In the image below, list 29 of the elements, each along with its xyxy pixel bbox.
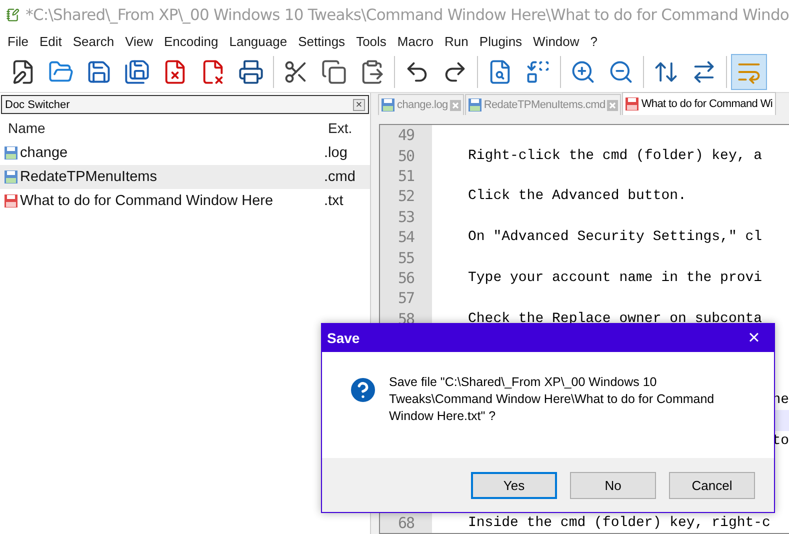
- text-line: Click the Advanced button.: [467, 188, 688, 204]
- file-name: RedateTPMenuItems: [20, 169, 158, 185]
- dialog-title: Save: [327, 330, 360, 346]
- line-number: 57: [398, 289, 414, 308]
- file-extension: .cmd: [324, 169, 356, 185]
- line-number: 50: [398, 146, 414, 165]
- panel-title: Doc Switcher: [5, 98, 70, 110]
- text-line: On "Advanced Security Settings," cl: [467, 229, 764, 246]
- file-extension: .txt: [324, 193, 344, 209]
- line-number: 51: [398, 166, 414, 185]
- text-line: Inside the cmd (folder) key, right-c: [467, 514, 772, 531]
- file-extension: .log: [324, 145, 348, 161]
- text-line: Right-click the cmd (folder) key, a: [467, 148, 764, 164]
- file-name: What to do for Command Window Here: [20, 193, 274, 209]
- line-number: 52: [398, 187, 414, 206]
- line-number: 49: [398, 126, 414, 144]
- dialog-message: Save file "C:\Shared\_From XP\_00 Windows 10 Tweaks\Command Window Here\What to do for Command Window Here.txt" ?: [389, 374, 716, 425]
- file-name: change: [20, 145, 68, 161]
- line-number: 56: [398, 268, 414, 287]
- line-number: 53: [398, 208, 414, 226]
- tab-label: change.log: [397, 99, 448, 111]
- line-number: 55: [398, 248, 414, 267]
- text-line: Check the Replace owner on subconta: [467, 310, 764, 327]
- window-title: *C:\Shared\_From XP\_00 Windows 10 Tweaks\Command Window Here\What to do for Command Windo: [26, 6, 789, 24]
- line-number: 54: [398, 228, 414, 246]
- line-number: 68: [398, 514, 414, 532]
- tab-label: What to do for Command Wi: [641, 98, 773, 110]
- tab-label: RedateTPMenuItems.cmd: [484, 99, 606, 111]
- text-line: Type your account name in the provi: [467, 270, 764, 286]
